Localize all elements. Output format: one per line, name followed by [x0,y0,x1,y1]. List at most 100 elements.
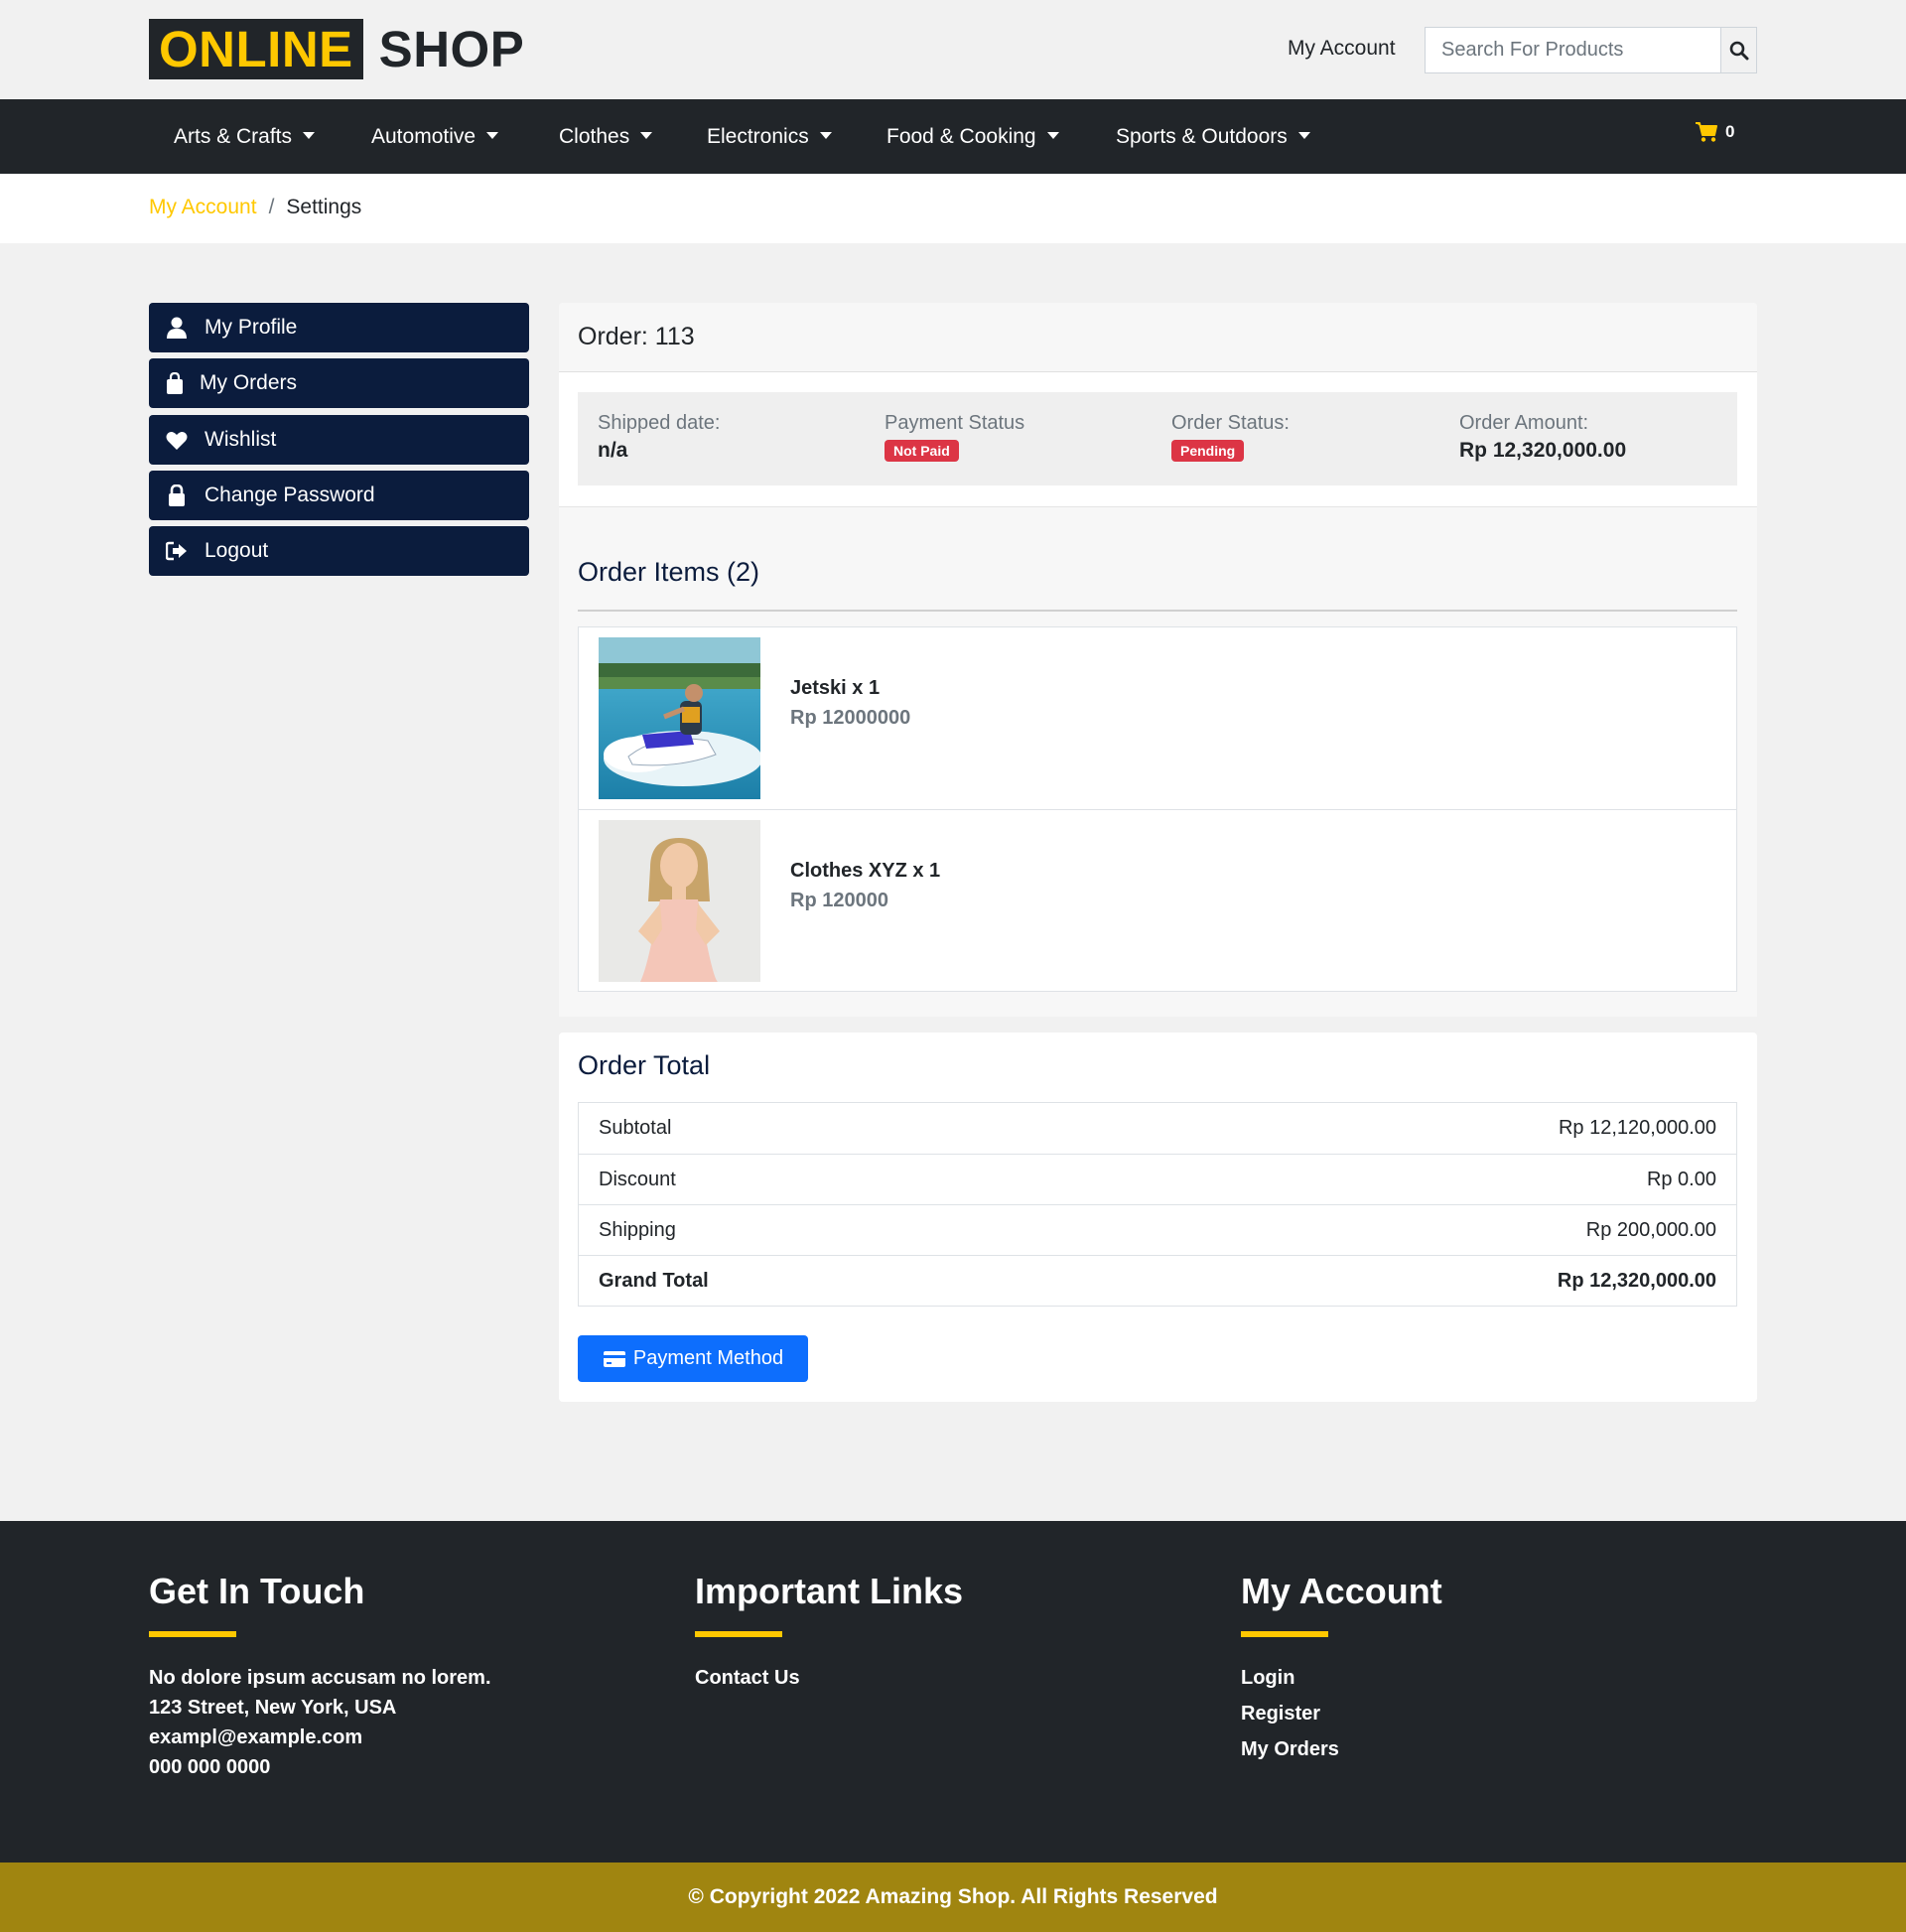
row-label: Grand Total [599,1269,709,1292]
order-summary: Shipped date: n/a Payment Status Not Pai… [578,392,1737,485]
sidebar-item-label: My Profile [204,316,298,339]
row-value: Rp 0.00 [1646,1168,1716,1190]
shopping-cart-icon [1696,122,1717,142]
order-items-title: Order Items (2) [578,557,760,587]
sidebar-my-profile[interactable]: My Profile [149,303,529,352]
nav-arts-crafts[interactable]: Arts & Crafts [174,99,316,174]
nav-clothes[interactable]: Clothes [559,99,653,174]
cart-count: 0 [1725,122,1735,141]
breadcrumb-current: Settings [286,196,362,218]
nav-item-label: Electronics [707,124,809,148]
caret-down-icon [819,131,832,139]
footer-heading: Get In Touch [149,1571,365,1611]
order-total-table: Subtotal Rp 12,120,000.00 Discount Rp 0.00… [578,1102,1737,1307]
sidebar-logout[interactable]: Logout [149,526,529,576]
nav-automotive[interactable]: Automotive [371,99,499,174]
category-navbar: Arts & Crafts Automotive Clothes Electro… [0,99,1906,174]
nav-item-label: Automotive [371,124,476,148]
item-price: Rp 120000 [790,890,888,911]
footer-link-register[interactable]: Register [1241,1696,1442,1731]
contact-address: 123 Street, New York, USA [149,1697,397,1719]
nav-item-label: Arts & Crafts [174,124,293,148]
user-icon [167,317,187,339]
nav-electronics[interactable]: Electronics [707,99,832,174]
payment-method-label: Payment Method [632,1347,784,1369]
list-item: Jetski x 1 Rp 12000000 [579,627,1736,809]
footer: Get In Touch No dolore ipsum accusam no … [0,1521,1906,1863]
nav-item-label: Clothes [559,124,630,148]
search-bar [1425,27,1757,73]
shipped-date-value: n/a [598,439,628,462]
footer-link-my-orders[interactable]: My Orders [1241,1731,1442,1767]
breadcrumb: My Account / Settings [0,174,1906,243]
table-row: Shipping Rp 200,000.00 [579,1204,1736,1255]
logo-shop-text: SHOP [378,21,525,77]
item-name[interactable]: Clothes XYZ x 1 [790,860,940,883]
nav-item-label: Sports & Outdoors [1116,124,1288,148]
caret-down-icon [303,131,316,139]
shop-logo[interactable]: ONLINE SHOP [149,19,524,79]
top-header: ONLINE SHOP My Account [0,0,1906,99]
table-row: Discount Rp 0.00 [579,1154,1736,1204]
heading-underline [1241,1631,1328,1637]
nav-sports-outdoors[interactable]: Sports & Outdoors [1116,99,1310,174]
order-total-card: Order Total Subtotal Rp 12,120,000.00 Dis… [559,1033,1757,1402]
logout-icon [166,541,187,561]
my-account-link[interactable]: My Account [1288,37,1396,61]
footer-get-in-touch: Get In Touch No dolore ipsum accusam no … [149,1571,491,1782]
search-button[interactable] [1720,28,1756,72]
contact-text: No dolore ipsum accusam no lorem. [149,1667,491,1689]
footer-link-contact-us[interactable]: Contact Us [695,1660,963,1696]
footer-link-login[interactable]: Login [1241,1660,1442,1696]
shipped-date-label: Shipped date: [598,412,721,434]
payment-status-label: Payment Status [885,412,1025,434]
row-value: Rp 200,000.00 [1585,1218,1716,1241]
payment-status-badge: Not Paid [885,440,959,462]
credit-card-icon [603,1350,625,1367]
logo-online-text: ONLINE [149,19,363,79]
row-label: Subtotal [599,1117,672,1139]
item-price: Rp 12000000 [790,707,911,729]
order-amount-label: Order Amount: [1459,412,1589,434]
shopping-bag-icon [166,372,183,394]
payment-status-block: Payment Status Not Paid [885,412,1024,462]
caret-down-icon [1297,131,1310,139]
divider [578,610,1737,612]
breadcrumb-my-account[interactable]: My Account [149,196,257,219]
jetski-photo[interactable] [599,637,760,799]
order-status-block: Order Status: Pending [1171,412,1290,462]
order-items-section: Order Items (2) Jetski x 1 Rp 12000000 C… [559,507,1757,1017]
copyright-text: © Copyright 2022 Amazing Shop. All Right… [688,1885,1218,1908]
order-title: Order: 113 [578,323,695,350]
order-amount-block: Order Amount: Rp 12,320,000.00 [1459,412,1626,463]
girl-in-dress-photo[interactable] [599,820,760,982]
caret-down-icon [486,131,499,139]
table-row: Subtotal Rp 12,120,000.00 [579,1103,1736,1154]
sidebar-item-label: Change Password [204,483,375,506]
contact-phone: 000 000 0000 [149,1756,271,1778]
order-amount-value: Rp 12,320,000.00 [1459,439,1627,462]
row-value: Rp 12,320,000.00 [1557,1269,1716,1292]
sidebar-my-orders[interactable]: My Orders [149,358,529,408]
list-item: Clothes XYZ x 1 Rp 120000 [579,809,1736,991]
nav-item-label: Food & Cooking [886,124,1036,148]
payment-method-button[interactable]: Payment Method [578,1335,808,1382]
row-label: Discount [599,1168,676,1190]
footer-heading: Important Links [695,1571,964,1611]
search-input[interactable] [1426,28,1720,72]
sidebar-item-label: Wishlist [204,428,277,451]
footer-important-links: Important Links Contact Us [695,1571,963,1696]
nav-food-cooking[interactable]: Food & Cooking [886,99,1059,174]
shipped-date-block: Shipped date: n/a [598,412,720,463]
sidebar-change-password[interactable]: Change Password [149,471,529,520]
cart-button[interactable]: 0 [1695,121,1734,143]
order-total-title: Order Total [578,1050,711,1080]
order-header: Order: 113 [559,303,1757,372]
row-label: Shipping [599,1218,676,1241]
caret-down-icon [1046,131,1059,139]
item-name[interactable]: Jetski x 1 [790,677,880,700]
table-row: Grand Total Rp 12,320,000.00 [579,1255,1736,1306]
sidebar-wishlist[interactable]: Wishlist [149,415,529,465]
search-icon [1729,41,1748,60]
order-card: Order: 113 Shipped date: n/a Payment Sta… [559,303,1757,1017]
